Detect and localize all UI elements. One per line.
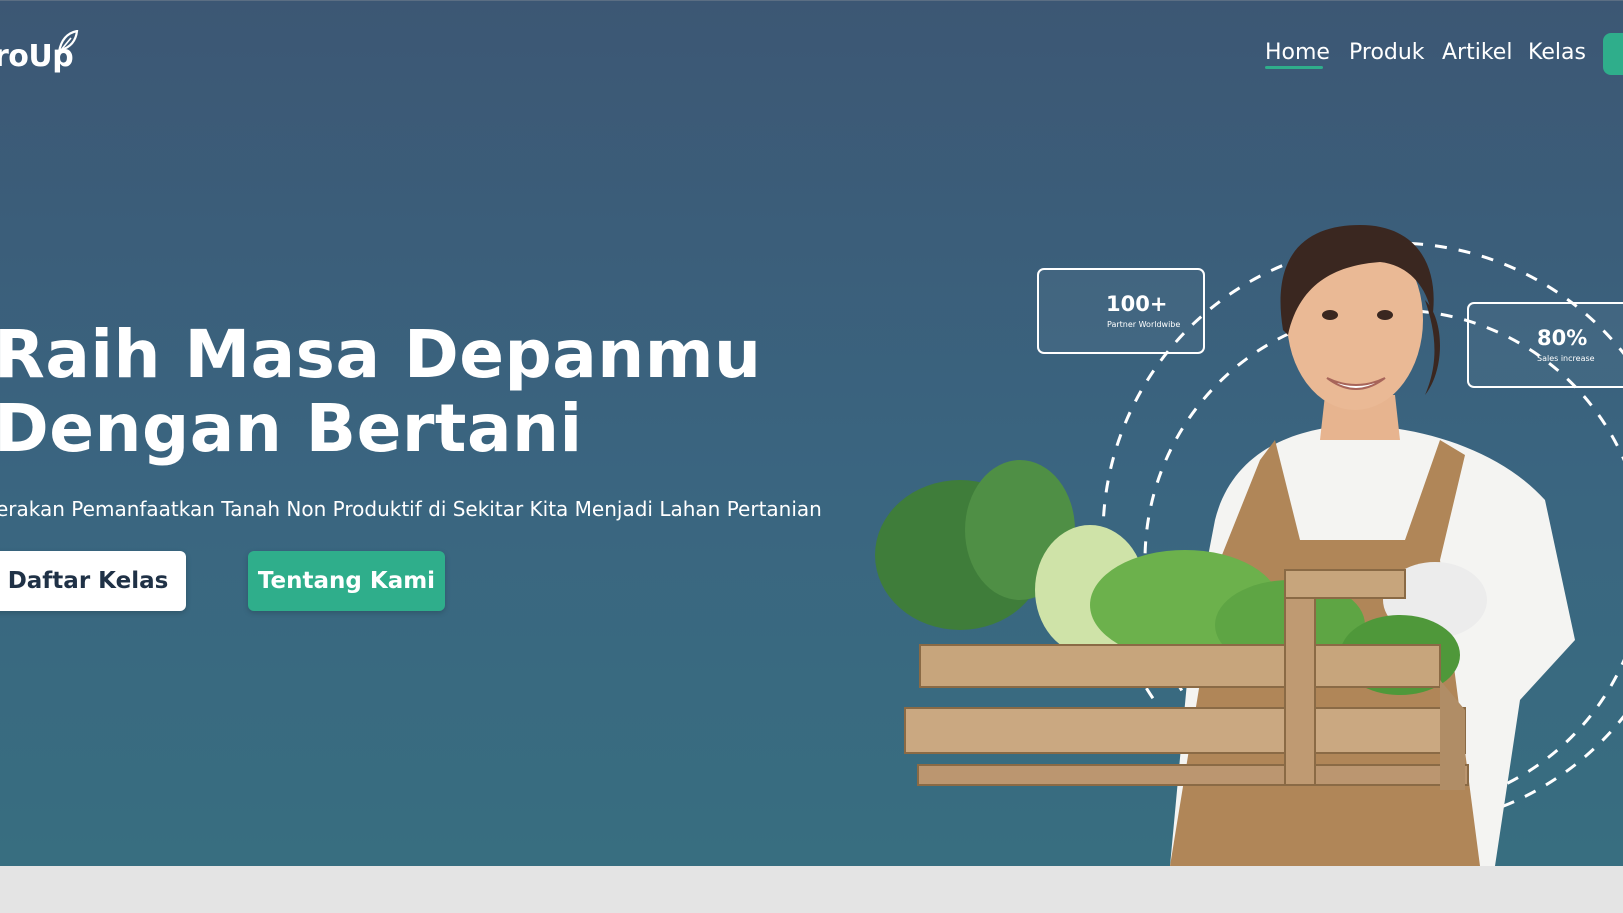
stat-value: 100+ <box>1106 292 1168 316</box>
stat-value: 80% <box>1537 326 1588 350</box>
stat-label: Sales increase <box>1537 354 1595 363</box>
hero-section: roUp Home Produk Artikel Kelas Raih Masa… <box>0 0 1623 866</box>
stat-card-partners: 100+ Partner Worldwibe <box>1037 268 1205 354</box>
stat-card-sales: 80% Sales increase <box>1467 302 1623 388</box>
stat-label: Partner Worldwibe <box>1107 320 1181 329</box>
next-section-band <box>0 866 1623 913</box>
hero-illustration <box>875 225 1623 866</box>
